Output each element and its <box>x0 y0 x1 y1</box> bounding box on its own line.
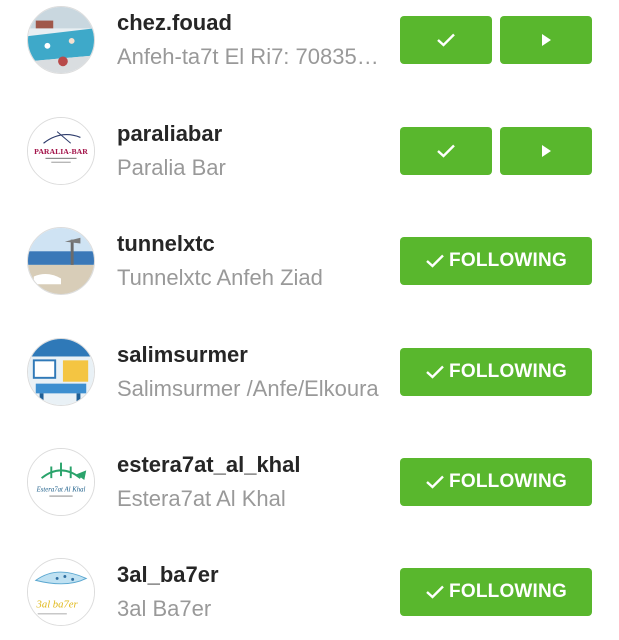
approve-button[interactable] <box>400 16 492 64</box>
avatar-paralia-logo: PARALIA-BAR <box>28 118 94 184</box>
avatar[interactable]: 3al ba7er <box>27 558 95 626</box>
list-item[interactable]: Estera7at Al Khal estera7at_al_khal Este… <box>0 442 619 552</box>
check-icon <box>426 365 444 379</box>
following-button[interactable]: FOLLOWING <box>400 237 592 285</box>
svg-text:Estera7at Al Khal: Estera7at Al Khal <box>36 487 86 494</box>
following-label: FOLLOWING <box>449 250 567 271</box>
avatar-estera7at-logo: Estera7at Al Khal <box>28 449 94 515</box>
following-button[interactable]: FOLLOWING <box>400 348 592 396</box>
check-icon <box>426 475 444 489</box>
avatar[interactable] <box>27 6 95 74</box>
avatar[interactable] <box>27 338 95 406</box>
following-label: FOLLOWING <box>449 581 567 602</box>
list-item[interactable]: PARALIA-BAR paraliabar Paralia Bar <box>0 111 619 221</box>
full-name: Estera7at Al Khal <box>117 486 286 511</box>
avatar[interactable]: PARALIA-BAR <box>27 117 95 185</box>
svg-text:3al ba7er: 3al ba7er <box>36 599 79 611</box>
full-name: Tunnelxtc Anfeh Ziad <box>117 265 323 290</box>
list-item[interactable]: 3al ba7er 3al_ba7er 3al Ba7er FOLLOWING <box>0 552 619 640</box>
svg-text:PARALIA-BAR: PARALIA-BAR <box>34 147 88 156</box>
check-icon <box>437 144 455 158</box>
check-icon <box>426 254 444 268</box>
username[interactable]: salimsurmer <box>117 342 248 368</box>
approve-button[interactable] <box>400 127 492 175</box>
avatar[interactable]: Estera7at Al Khal <box>27 448 95 516</box>
more-button[interactable] <box>500 16 592 64</box>
avatar[interactable] <box>27 227 95 295</box>
play-icon <box>542 34 551 46</box>
avatar-beach-photo <box>28 228 94 294</box>
list-item[interactable]: chez.fouad Anfeh-ta7t El Ri7: 70835960 <box>0 0 619 110</box>
full-name: Paralia Bar <box>117 155 226 180</box>
following-label: FOLLOWING <box>449 471 567 492</box>
username[interactable]: estera7at_al_khal <box>117 452 300 478</box>
user-list: chez.fouad Anfeh-ta7t El Ri7: 70835960 P… <box>0 0 619 640</box>
check-icon <box>437 33 455 47</box>
check-icon <box>426 585 444 599</box>
full-name: Anfeh-ta7t El Ri7: 70835960 <box>117 44 385 69</box>
list-item[interactable]: salimsurmer Salimsurmer /Anfe/Elkoura FO… <box>0 332 619 442</box>
avatar-cafe-photo <box>28 339 94 405</box>
username[interactable]: chez.fouad <box>117 10 232 36</box>
username[interactable]: tunnelxtc <box>117 231 215 257</box>
list-item[interactable]: tunnelxtc Tunnelxtc Anfeh Ziad FOLLOWING <box>0 221 619 331</box>
following-button[interactable]: FOLLOWING <box>400 568 592 616</box>
avatar-pool-photo <box>28 7 94 73</box>
following-label: FOLLOWING <box>449 361 567 382</box>
username[interactable]: 3al_ba7er <box>117 562 219 588</box>
play-icon <box>542 145 551 157</box>
following-button[interactable]: FOLLOWING <box>400 458 592 506</box>
full-name: 3al Ba7er <box>117 596 212 621</box>
avatar-3al-ba7er-logo: 3al ba7er <box>28 559 94 625</box>
more-button[interactable] <box>500 127 592 175</box>
full-name: Salimsurmer /Anfe/Elkoura <box>117 376 379 401</box>
username[interactable]: paraliabar <box>117 121 222 147</box>
